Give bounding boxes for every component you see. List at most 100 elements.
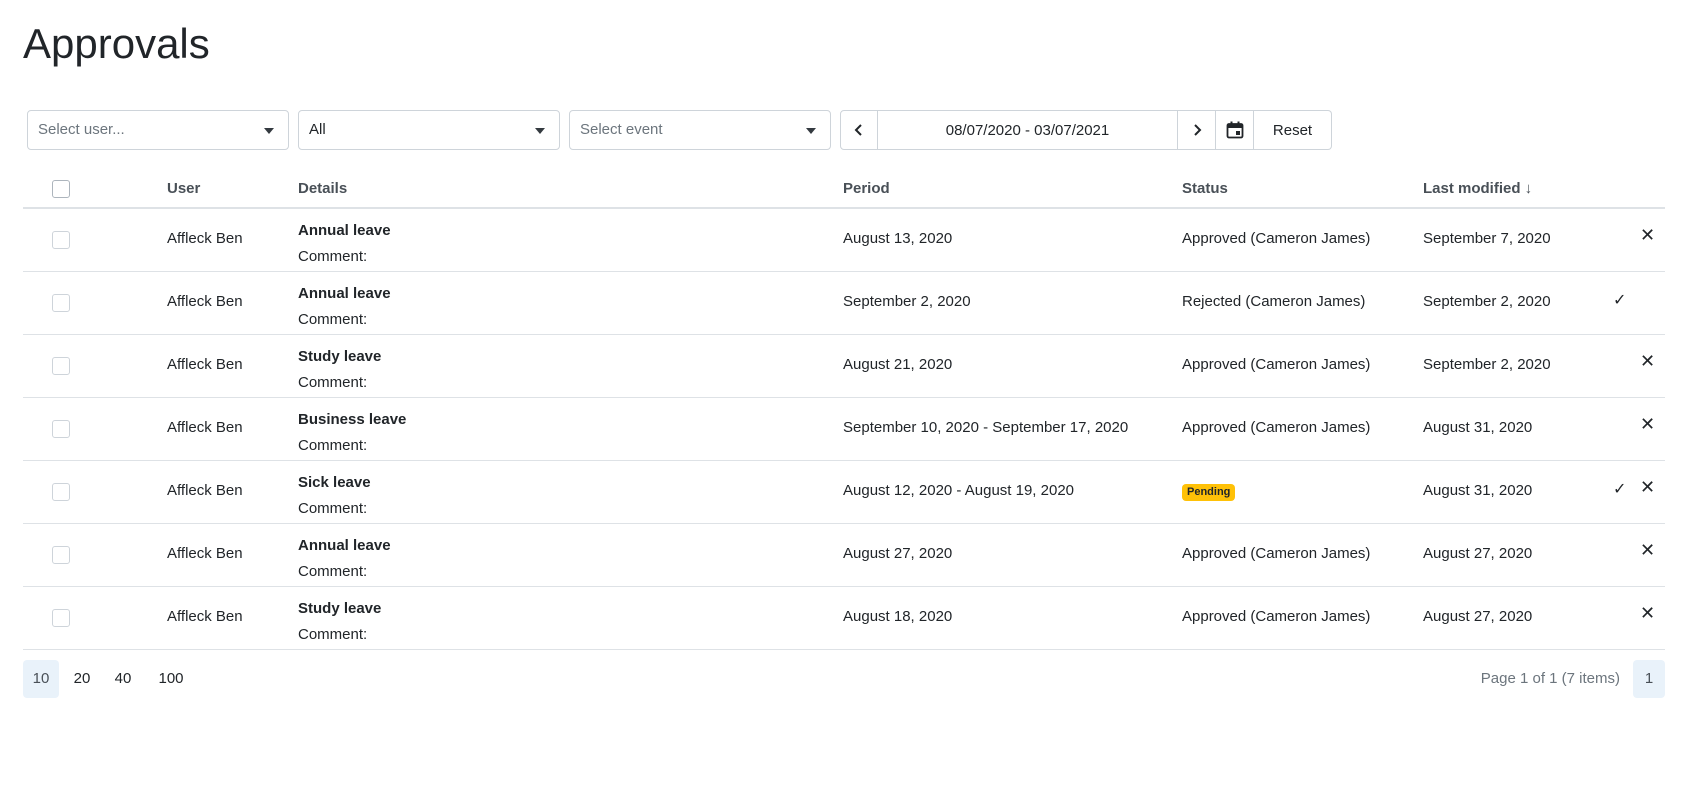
period-cell: September 10, 2020 - September 17, 2020 (843, 419, 1129, 436)
close-icon[interactable]: ✕ (1640, 540, 1655, 561)
table-row[interactable]: Affleck Ben Study leave Comment: August 18,… (23, 587, 1665, 650)
reset-button[interactable]: Reset (1254, 110, 1332, 150)
caret-down-icon (806, 128, 816, 134)
header-last-modified[interactable]: Last modified ↓ (1423, 180, 1532, 197)
comment-label: Comment: (298, 626, 368, 643)
page-size-100[interactable]: 100 (150, 660, 192, 698)
header-details[interactable]: Details (298, 180, 347, 197)
details-cell: Annual leave Comment: (298, 533, 391, 585)
leave-type: Sick leave (298, 474, 371, 491)
user-cell: Affleck Ben (167, 356, 243, 373)
close-icon[interactable]: ✕ (1640, 414, 1655, 435)
status-cell: Approved (Cameron James) (1182, 230, 1371, 247)
leave-type: Annual leave (298, 285, 391, 302)
details-cell: Sick leave Comment: (298, 470, 371, 522)
period-cell: September 2, 2020 (843, 293, 971, 310)
period-cell: August 13, 2020 (843, 230, 953, 247)
last-modified-cell: August 31, 2020 (1423, 482, 1533, 499)
close-icon[interactable]: ✕ (1640, 477, 1655, 498)
next-range-button[interactable] (1178, 110, 1216, 150)
table-row[interactable]: Affleck Ben Study leave Comment: August 21,… (23, 335, 1665, 398)
select-all-checkbox[interactable] (52, 180, 70, 198)
row-checkbox[interactable] (52, 294, 70, 312)
table-row[interactable]: Affleck Ben Sick leave Comment: August 12, … (23, 461, 1665, 524)
check-icon[interactable]: ✓ (1613, 290, 1626, 310)
table-row[interactable]: Affleck Ben Business leave Comment: Septemb… (23, 398, 1665, 461)
close-icon[interactable]: ✕ (1640, 225, 1655, 246)
previous-range-button[interactable] (840, 110, 878, 150)
check-icon[interactable]: ✓ (1613, 479, 1626, 499)
last-modified-cell: September 2, 2020 (1423, 356, 1551, 373)
last-modified-cell: August 27, 2020 (1423, 608, 1533, 625)
chevron-left-icon (854, 124, 862, 136)
leave-type: Annual leave (298, 537, 391, 554)
comment-label: Comment: (298, 248, 368, 265)
last-modified-cell: September 7, 2020 (1423, 230, 1551, 247)
header-status[interactable]: Status (1182, 180, 1228, 197)
details-cell: Annual leave Comment: (298, 218, 391, 270)
period-cell: August 21, 2020 (843, 356, 953, 373)
row-checkbox[interactable] (52, 546, 70, 564)
event-select-placeholder: Select event (580, 121, 663, 138)
user-cell: Affleck Ben (167, 230, 243, 247)
last-modified-cell: September 2, 2020 (1423, 293, 1551, 310)
user-cell: Affleck Ben (167, 482, 243, 499)
status-cell: Pending (1182, 482, 1236, 501)
user-cell: Affleck Ben (167, 545, 243, 562)
status-cell: Rejected (Cameron James) (1182, 293, 1366, 310)
details-cell: Annual leave Comment: (298, 281, 391, 333)
page-info: Page 1 of 1 (7 items) (1480, 670, 1620, 687)
calendar-button[interactable] (1216, 110, 1254, 150)
table-body: Affleck Ben Annual leave Comment: August 13… (23, 209, 1665, 650)
last-modified-cell: August 27, 2020 (1423, 545, 1533, 562)
status-cell: Approved (Cameron James) (1182, 608, 1371, 625)
table-row[interactable]: Affleck Ben Annual leave Comment: August 27… (23, 524, 1665, 587)
type-select[interactable]: All (298, 110, 560, 150)
status-cell: Approved (Cameron James) (1182, 545, 1371, 562)
header-user[interactable]: User (167, 180, 200, 197)
last-modified-cell: August 31, 2020 (1423, 419, 1533, 436)
header-period[interactable]: Period (843, 180, 890, 197)
user-cell: Affleck Ben (167, 419, 243, 436)
approvals-table: User Details Period Status Last modified… (23, 170, 1665, 650)
page-number-button[interactable]: 1 (1633, 660, 1665, 698)
close-icon[interactable]: ✕ (1640, 351, 1655, 372)
user-cell: Affleck Ben (167, 608, 243, 625)
row-checkbox[interactable] (52, 231, 70, 249)
user-cell: Affleck Ben (167, 293, 243, 310)
status-cell: Approved (Cameron James) (1182, 419, 1371, 436)
period-cell: August 27, 2020 (843, 545, 953, 562)
period-cell: August 12, 2020 - August 19, 2020 (843, 482, 1075, 499)
date-range-picker: 08/07/2020 - 03/07/2021 Reset (840, 110, 1332, 150)
leave-type: Study leave (298, 348, 382, 365)
caret-down-icon (264, 128, 274, 134)
table-row[interactable]: Affleck Ben Annual leave Comment: August 13… (23, 209, 1665, 272)
filter-toolbar: Select user... All Select event 08/07/20… (27, 110, 1332, 150)
row-checkbox[interactable] (52, 483, 70, 501)
user-select-placeholder: Select user... (38, 121, 125, 138)
close-icon[interactable]: ✕ (1640, 603, 1655, 624)
comment-label: Comment: (298, 563, 368, 580)
type-select-value: All (309, 121, 326, 138)
row-checkbox[interactable] (52, 420, 70, 438)
page-title: Approvals (23, 20, 210, 67)
user-select[interactable]: Select user... (27, 110, 289, 150)
page-size-20[interactable]: 20 (64, 660, 100, 698)
page-size-10[interactable]: 10 (23, 660, 59, 698)
details-cell: Study leave Comment: (298, 344, 381, 396)
page-size-40[interactable]: 40 (105, 660, 141, 698)
status-cell: Approved (Cameron James) (1182, 356, 1371, 373)
date-range-input[interactable]: 08/07/2020 - 03/07/2021 (878, 110, 1178, 150)
leave-type: Study leave (298, 600, 382, 617)
leave-type: Business leave (298, 411, 407, 428)
event-select[interactable]: Select event (569, 110, 831, 150)
chevron-right-icon (1193, 124, 1201, 136)
comment-label: Comment: (298, 374, 368, 391)
row-checkbox[interactable] (52, 357, 70, 375)
leave-type: Annual leave (298, 222, 391, 239)
row-checkbox[interactable] (52, 609, 70, 627)
details-cell: Study leave Comment: (298, 596, 381, 648)
calendar-icon (1226, 121, 1243, 139)
table-row[interactable]: Affleck Ben Annual leave Comment: September… (23, 272, 1665, 335)
pagination: 10 20 40 100 Page 1 of 1 (7 items) 1 (23, 660, 1665, 698)
